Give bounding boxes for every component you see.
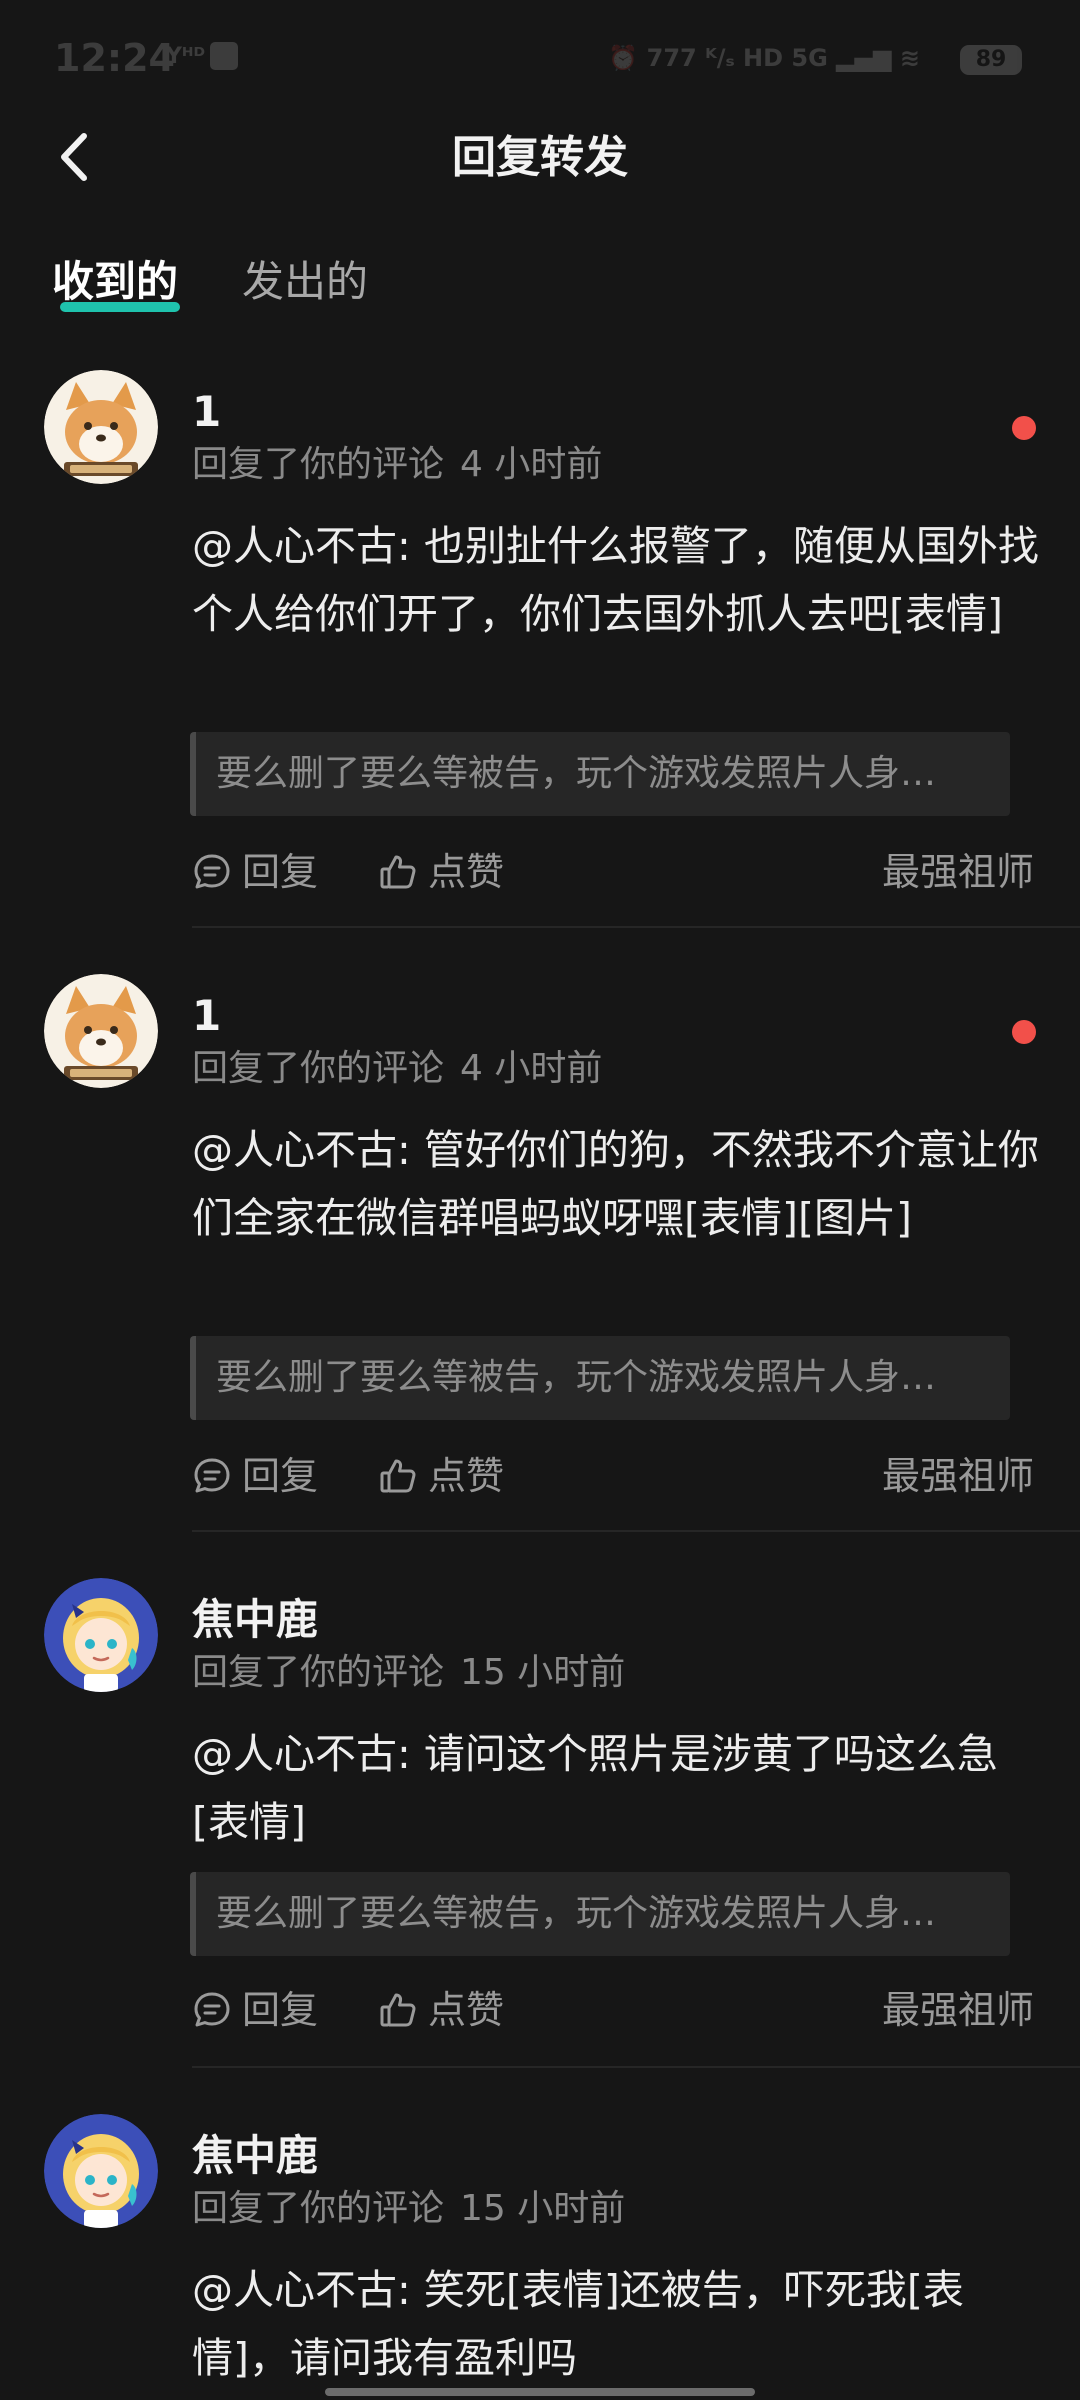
source-label[interactable]: 最强祖师 xyxy=(882,1448,1034,1504)
avatar[interactable] xyxy=(44,1578,158,1692)
reply-text: @人心不古: 笑死[表情]还被告，吓死我[表情]，请问我有盈利吗 xyxy=(192,2266,964,2382)
comment-meta: 回复了你的评论 4 小时前 xyxy=(192,440,602,490)
reply-label: 回复 xyxy=(242,1454,319,1498)
thumbs-up-icon xyxy=(380,1459,416,1493)
home-indicator[interactable] xyxy=(325,2388,755,2396)
reply-button[interactable]: 回复 xyxy=(192,844,332,900)
comment-item[interactable]: 焦中鹿 回复了你的评论 15 小时前 @人心不古: 笑死[表情]还被告，吓死我[表… xyxy=(0,2114,1080,2400)
quoted-comment[interactable]: 要么删了要么等被告，玩个游戏发照片人身… xyxy=(190,732,1010,816)
page-title: 回复转发 xyxy=(452,132,628,183)
meta-action: 回复了你的评论 xyxy=(192,1652,445,1693)
username[interactable]: 1 xyxy=(192,382,221,442)
reply-label: 回复 xyxy=(242,1988,319,2032)
unread-dot xyxy=(1012,416,1036,440)
thumbs-up-icon xyxy=(380,855,416,889)
comment-item[interactable]: 1 回复了你的评论 4 小时前 @人心不古: 管好你们的狗，不然我不介意让你们全家… xyxy=(0,974,1080,1534)
like-button[interactable]: 点赞 xyxy=(378,1982,518,2038)
divider xyxy=(192,2066,1080,2068)
meta-time: 4 小时前 xyxy=(460,444,603,485)
reply-label: 回复 xyxy=(242,850,319,894)
avatar[interactable] xyxy=(44,2114,158,2228)
reply-text: @人心不古: 也别扯什么报警了，随便从国外找个人给你们开了，你们去国外抓人去吧[… xyxy=(192,522,1039,638)
comment-meta: 回复了你的评论 4 小时前 xyxy=(192,1044,602,1094)
reply-button[interactable]: 回复 xyxy=(192,1448,332,1504)
username[interactable]: 焦中鹿 xyxy=(192,1590,318,1650)
avatar[interactable] xyxy=(44,370,158,484)
active-tab-indicator xyxy=(60,302,180,312)
comment-meta: 回复了你的评论 15 小时前 xyxy=(192,2184,625,2234)
reply-text: @人心不古: 管好你们的狗，不然我不介意让你们全家在微信群唱蚂蚁呀嘿[表情][图… xyxy=(192,1126,1039,1242)
quoted-comment[interactable]: 要么删了要么等被告，玩个游戏发照片人身… xyxy=(190,1336,1010,1420)
meta-action: 回复了你的评论 xyxy=(192,444,445,485)
like-label: 点赞 xyxy=(428,850,505,894)
meta-time: 4 小时前 xyxy=(460,1048,603,1089)
blonde-girl-avatar-icon xyxy=(44,2114,158,2228)
meta-action: 回复了你的评论 xyxy=(192,2188,445,2229)
source-label[interactable]: 最强祖师 xyxy=(882,844,1034,900)
reply-forward-page: 12:24 Yᴴᴰ ⏰ 777 ᴷ/ₛ HD 5G ▂▄▆ ≋ 89 回复转发 … xyxy=(0,0,1080,2400)
comment-bubble-icon xyxy=(194,854,230,889)
battery-indicator: 89 xyxy=(960,45,1022,75)
like-label: 点赞 xyxy=(428,1988,505,2032)
like-button[interactable]: 点赞 xyxy=(378,844,518,900)
blonde-girl-avatar-icon xyxy=(44,1578,158,1692)
status-bar: 12:24 Yᴴᴰ ⏰ 777 ᴷ/ₛ HD 5G ▂▄▆ ≋ 89 xyxy=(0,0,1080,110)
comment-item[interactable]: 1 回复了你的评论 4 小时前 @人心不古: 也别扯什么报警了，随便从国外找个人给… xyxy=(0,370,1080,930)
like-label: 点赞 xyxy=(428,1454,505,1498)
avatar[interactable] xyxy=(44,974,158,1088)
shiba-dog-avatar-icon xyxy=(44,370,158,484)
status-indicators: ⏰ 777 ᴷ/ₛ HD 5G ▂▄▆ ≋ xyxy=(608,44,920,72)
reply-text: @人心不古: 请问这个照片是涉黄了吗这么急[表情] xyxy=(192,1730,998,1846)
notification-app-icon xyxy=(210,42,238,70)
status-app-icon: Yᴴᴰ xyxy=(166,44,206,69)
meta-action: 回复了你的评论 xyxy=(192,1048,445,1089)
comment-bubble-icon xyxy=(194,1458,230,1493)
thumbs-up-icon xyxy=(380,1993,416,2027)
reply-button[interactable]: 回复 xyxy=(192,1982,332,2038)
meta-time: 15 小时前 xyxy=(460,1652,626,1693)
shiba-dog-avatar-icon xyxy=(44,974,158,1088)
comment-item[interactable]: 焦中鹿 回复了你的评论 15 小时前 @人心不古: 请问这个照片是涉黄了吗这么急[… xyxy=(0,1578,1080,2068)
tab-sent[interactable]: 发出的 xyxy=(242,252,368,312)
comment-meta: 回复了你的评论 15 小时前 xyxy=(192,1648,625,1698)
username[interactable]: 焦中鹿 xyxy=(192,2126,318,2186)
quoted-comment[interactable]: 要么删了要么等被告，玩个游戏发照片人身… xyxy=(190,1872,1010,1956)
meta-time: 15 小时前 xyxy=(460,2188,626,2229)
unread-dot xyxy=(1012,1020,1036,1044)
divider xyxy=(192,1530,1080,1532)
like-button[interactable]: 点赞 xyxy=(378,1448,518,1504)
source-label[interactable]: 最强祖师 xyxy=(882,1982,1034,2038)
divider xyxy=(192,926,1080,928)
comment-bubble-icon xyxy=(194,1992,230,2027)
username[interactable]: 1 xyxy=(192,986,221,1046)
status-time: 12:24 xyxy=(54,36,175,80)
